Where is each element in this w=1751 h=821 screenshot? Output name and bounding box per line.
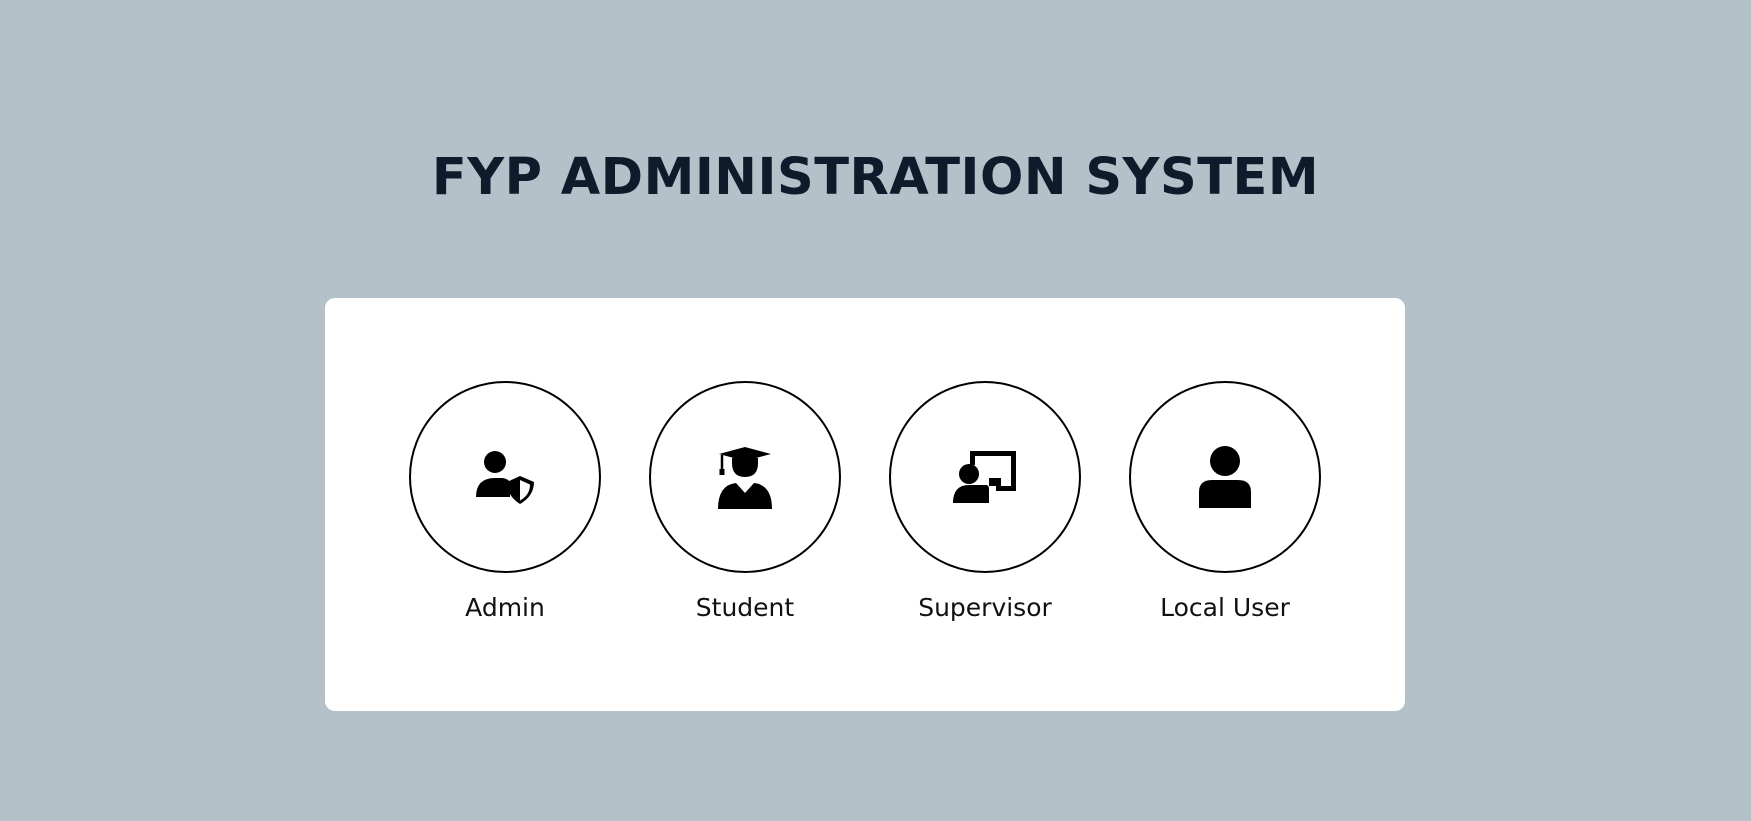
chalkboard-teacher-icon <box>953 451 1017 503</box>
user-graduate-icon <box>717 445 773 509</box>
local-user-role-label: Local User <box>1160 593 1290 622</box>
local-user-role-circle[interactable] <box>1129 381 1321 573</box>
supervisor-role-button[interactable]: Supervisor <box>889 381 1081 622</box>
supervisor-role-circle[interactable] <box>889 381 1081 573</box>
page-title: FYP ADMINISTRATION SYSTEM <box>431 148 1320 207</box>
admin-role-circle[interactable] <box>409 381 601 573</box>
role-selection-card: Admin Student Supervisor Local User <box>325 298 1405 711</box>
admin-role-button[interactable]: Admin <box>409 381 601 622</box>
student-role-label: Student <box>695 593 795 622</box>
local-user-role-button[interactable]: Local User <box>1129 381 1321 622</box>
user-icon <box>1198 446 1252 508</box>
admin-role-label: Admin <box>465 593 545 622</box>
student-role-circle[interactable] <box>649 381 841 573</box>
user-shield-icon <box>474 449 536 505</box>
supervisor-role-label: Supervisor <box>918 593 1052 622</box>
student-role-button[interactable]: Student <box>649 381 841 622</box>
